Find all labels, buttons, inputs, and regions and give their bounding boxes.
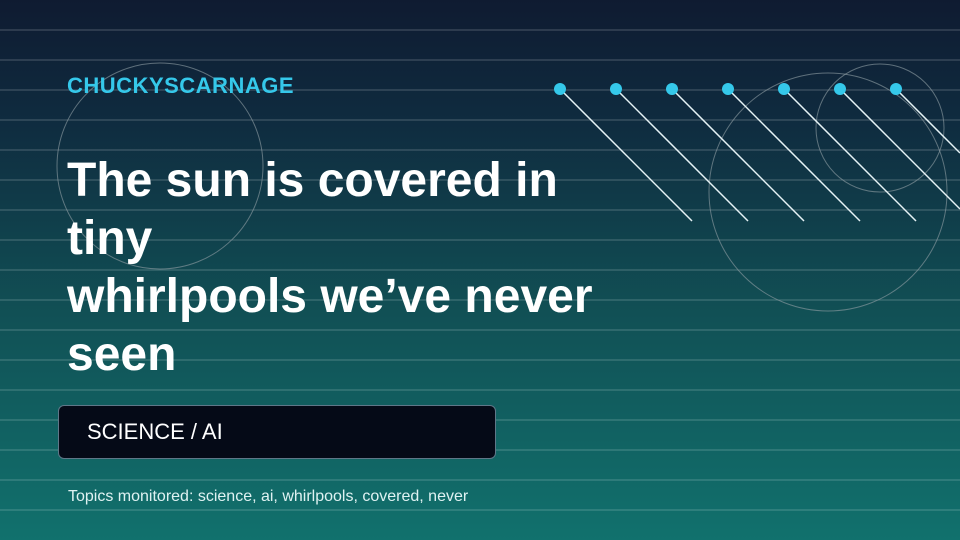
accent-dot — [554, 83, 566, 95]
headline-line: whirlpools we’ve never — [67, 270, 593, 323]
decorative-circle-right-large — [708, 72, 948, 312]
brand-name: CHUCKYSCARNAGE — [67, 73, 295, 98]
diagonal-line — [783, 88, 917, 222]
headline-line: The sun is covered in — [67, 154, 558, 207]
category-label: SCIENCE / AI — [87, 419, 223, 444]
diagonal-line — [895, 88, 960, 154]
diagonal-line — [727, 88, 861, 222]
accent-dot — [778, 83, 790, 95]
accent-dot — [610, 83, 622, 95]
diagonal-line — [839, 88, 960, 210]
accent-dot — [666, 83, 678, 95]
headline-line: seen — [67, 328, 177, 381]
accent-dot — [890, 83, 902, 95]
accent-dot — [834, 83, 846, 95]
topics-monitored-text: Topics monitored: science, ai, whirlpool… — [68, 488, 469, 505]
diagonal-line — [671, 88, 805, 222]
accent-dot — [722, 83, 734, 95]
decorative-circle-right-small — [815, 63, 945, 193]
category-badge: SCIENCE / AI — [58, 405, 496, 459]
headline-line: tiny — [67, 212, 153, 265]
headline: The sun is covered in tiny whirlpools we… — [67, 152, 677, 384]
